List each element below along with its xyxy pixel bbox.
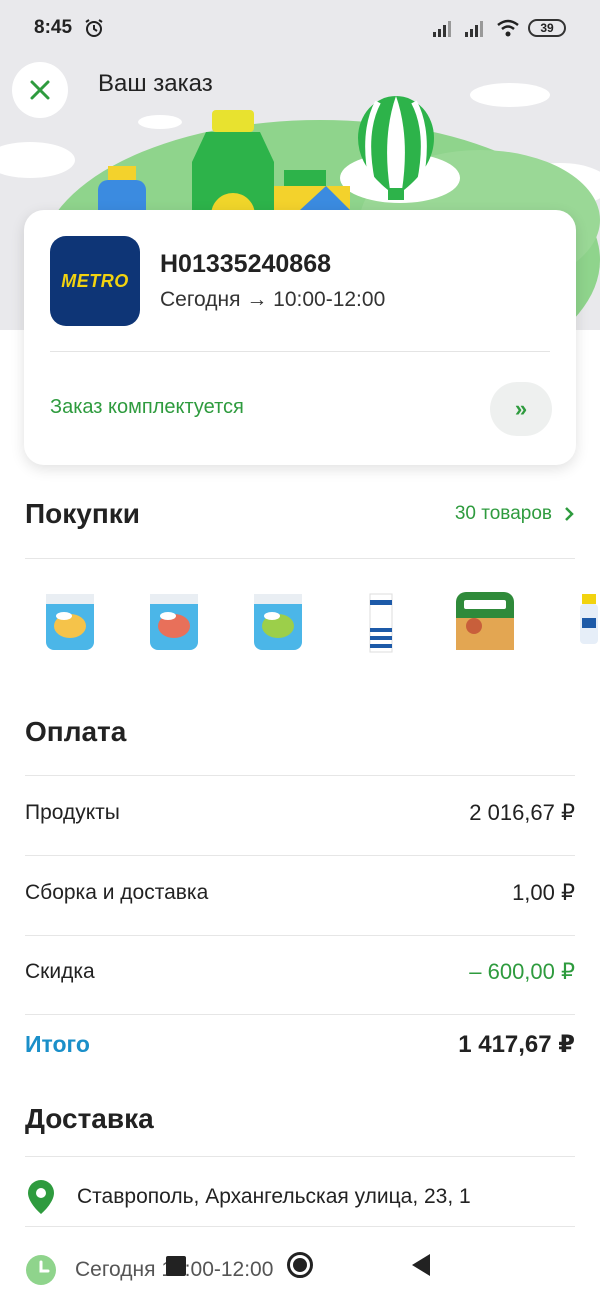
back-button[interactable] <box>412 1254 430 1276</box>
items-count-label: 30 товаров <box>454 503 552 524</box>
payment-row-label: Продукты <box>25 801 120 824</box>
product-thumbnail[interactable] <box>578 588 600 654</box>
location-pin-icon <box>28 1180 54 1214</box>
product-thumbnail[interactable] <box>146 588 202 654</box>
delivery-address-text: Ставрополь, Архангельская улица, 23, 1 <box>77 1185 471 1208</box>
store-logo: METRO <box>50 236 140 326</box>
double-chevron-right-icon: » <box>514 396 528 421</box>
divider <box>25 1226 575 1227</box>
divider <box>25 935 575 936</box>
products-carousel[interactable] <box>0 580 600 670</box>
signal-icon-2 <box>465 21 483 37</box>
divider <box>25 558 575 559</box>
payment-row-discount: Скидка – 600,00 ₽ <box>25 959 575 985</box>
store-logo-text: METRO <box>61 270 129 291</box>
delivery-address: Ставрополь, Архангельская улица, 23, 1 <box>25 1178 471 1216</box>
payment-row-value: 2 016,67 ₽ <box>469 800 575 825</box>
payment-row-label: Сборка и доставка <box>25 881 209 904</box>
product-thumbnail[interactable] <box>42 588 98 654</box>
payment-row-value: 1,00 ₽ <box>512 880 575 905</box>
close-icon <box>30 80 50 100</box>
card-divider <box>50 351 550 352</box>
status-time: 8:45 <box>34 17 73 38</box>
divider <box>25 1156 575 1157</box>
purchases-title: Покупки <box>25 498 140 529</box>
delivery-title: Доставка <box>25 1103 154 1134</box>
signal-icon <box>433 21 451 37</box>
payment-title: Оплата <box>25 716 127 747</box>
product-thumbnail[interactable] <box>452 588 518 654</box>
payment-row-delivery: Сборка и доставка 1,00 ₽ <box>25 880 575 906</box>
product-thumbnail[interactable] <box>250 588 306 654</box>
payment-row-value: – 600,00 ₽ <box>469 959 575 984</box>
divider <box>25 855 575 856</box>
divider <box>25 1014 575 1015</box>
order-number: H01335240868 <box>160 250 331 278</box>
order-details-button[interactable]: » <box>490 382 552 436</box>
close-button[interactable] <box>12 62 68 118</box>
status-bar: 8:45 39 <box>0 0 600 56</box>
page-title: Ваш заказ <box>98 70 213 97</box>
payment-total: Итого 1 417,67 ₽ <box>25 1030 575 1059</box>
order-status: Заказ комплектуется <box>50 396 244 418</box>
wifi-icon <box>497 19 519 37</box>
items-count-link[interactable]: 30 товаров <box>455 503 574 525</box>
system-navigation-bar <box>0 1234 600 1299</box>
payment-row-label: Скидка <box>25 960 95 983</box>
order-delivery-time: Сегодня → 10:00-12:00 <box>160 288 386 311</box>
total-value: 1 417,67 ₽ <box>458 1031 575 1058</box>
order-card: METRO H01335240868 Сегодня → 10:00-12:00… <box>24 210 576 465</box>
recent-apps-button[interactable] <box>166 1256 186 1276</box>
alarm-icon <box>85 19 103 37</box>
total-label: Итого <box>25 1031 90 1057</box>
home-button[interactable] <box>287 1252 313 1278</box>
product-thumbnail[interactable] <box>366 588 396 654</box>
divider <box>25 775 575 776</box>
battery-indicator: 39 <box>528 19 566 37</box>
payment-row-products: Продукты 2 016,67 ₽ <box>25 800 575 826</box>
chevron-right-icon <box>565 507 574 521</box>
